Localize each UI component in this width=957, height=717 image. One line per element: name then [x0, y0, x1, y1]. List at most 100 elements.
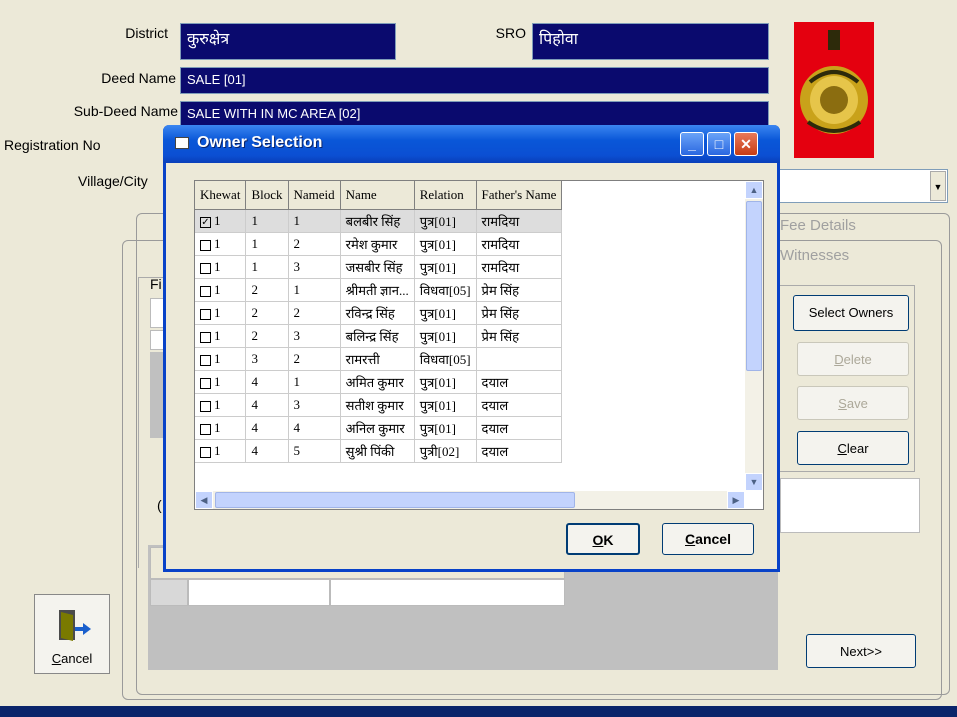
column-header[interactable]: Block: [245, 181, 289, 210]
block-cell: 1: [245, 255, 289, 279]
district-label: District: [125, 25, 168, 41]
maximize-icon[interactable]: □: [707, 132, 731, 156]
sub-deed-field[interactable]: SALE WITH IN MC AREA [02]: [180, 101, 769, 126]
sro-field[interactable]: पिहोवा: [532, 23, 769, 60]
table-row[interactable]: 1 4 1 अमित कुमार पुत्र[01] दयाल: [195, 370, 563, 394]
relation-cell: विधवा[05]: [414, 347, 477, 371]
name-cell: श्रीमती ज्ञान...: [340, 278, 415, 302]
ok-button[interactable]: OK: [566, 523, 640, 555]
cancel-exit-label: Cancel: [51, 651, 93, 666]
table-row[interactable]: ✓ 1 1 1 बलबीर सिंह पुत्र[01] रामदिया: [195, 209, 563, 233]
khewat-value: 1: [214, 282, 221, 297]
table-row[interactable]: 1 3 2 रामरत्ती विधवा[05]: [195, 347, 563, 371]
column-header[interactable]: Khewat: [195, 181, 247, 210]
column-header[interactable]: Relation: [414, 181, 477, 210]
owner-grid[interactable]: Khewat Block Nameid Name Relation Father's Na…: [194, 180, 764, 510]
checkbox[interactable]: [200, 446, 211, 458]
block-cell: 2: [245, 301, 289, 325]
name-cell: जसबीर सिंह: [340, 255, 415, 279]
khewat-cell: 1: [195, 347, 247, 371]
table-row[interactable]: 1 4 4 अनिल कुमार पुत्र[01] दयाल: [195, 416, 563, 440]
scroll-left-icon[interactable]: ◀: [195, 491, 213, 509]
save-button[interactable]: Save: [797, 386, 909, 420]
checkbox-checked[interactable]: ✓: [200, 216, 211, 228]
nameid-cell: 1: [288, 278, 341, 302]
lower-grid-cell[interactable]: [188, 579, 330, 606]
next-button[interactable]: Next>>: [806, 634, 916, 668]
column-header[interactable]: Name: [340, 181, 415, 210]
scroll-up-icon[interactable]: ▲: [745, 181, 763, 199]
scroll-right-icon[interactable]: ▶: [727, 491, 745, 509]
nameid-cell: 1: [288, 370, 341, 394]
chevron-down-icon[interactable]: ▼: [930, 171, 946, 201]
father-cell: [476, 347, 563, 371]
khewat-cell: 1: [195, 324, 247, 348]
father-cell: रामदिया: [476, 209, 563, 233]
select-owners-button[interactable]: Select Owners: [793, 295, 909, 331]
block-cell: 4: [245, 439, 289, 463]
tab-witnesses[interactable]: Witnesses: [780, 247, 849, 264]
minimize-icon[interactable]: _: [680, 132, 704, 156]
column-header[interactable]: Nameid: [288, 181, 341, 210]
father-cell: प्रेम सिंह: [476, 301, 563, 325]
close-icon[interactable]: ✕: [734, 132, 758, 156]
relation-cell: पुत्र[01]: [414, 370, 477, 394]
table-row[interactable]: 1 1 3 जसबीर सिंह पुत्र[01] रामदिया: [195, 255, 563, 279]
name-cell: अमित कुमार: [340, 370, 415, 394]
deed-name-field[interactable]: SALE [01]: [180, 67, 769, 94]
column-header[interactable]: Father's Name: [476, 181, 563, 210]
name-cell: बलिन्द्र सिंह: [340, 324, 415, 348]
scroll-down-icon[interactable]: ▼: [745, 473, 763, 491]
khewat-cell: 1: [195, 439, 247, 463]
tab-fee-details[interactable]: Fee Details: [780, 217, 856, 234]
district-field[interactable]: कुरुक्षेत्र: [180, 23, 396, 60]
table-row[interactable]: 1 2 3 बलिन्द्र सिंह पुत्र[01] प्रेम सिंह: [195, 324, 563, 348]
checkbox[interactable]: [200, 239, 211, 251]
nameid-cell: 2: [288, 347, 341, 371]
checkbox[interactable]: [200, 354, 211, 366]
table-row[interactable]: 1 1 2 रमेश कुमार पुत्र[01] रामदिया: [195, 232, 563, 256]
father-cell: रामदिया: [476, 255, 563, 279]
nameid-cell: 3: [288, 324, 341, 348]
checkbox[interactable]: [200, 423, 211, 435]
vertical-scroll-thumb[interactable]: [746, 201, 762, 371]
relation-cell: पुत्र[01]: [414, 393, 477, 417]
owner-table-header: Khewat Block Nameid Name Relation Father's Na…: [195, 181, 563, 210]
relation-cell: पुत्र[01]: [414, 416, 477, 440]
horizontal-scroll-thumb[interactable]: [215, 492, 575, 508]
checkbox[interactable]: [200, 262, 211, 274]
block-cell: 3: [245, 347, 289, 371]
vertical-scrollbar[interactable]: ▲ ▼: [745, 181, 763, 491]
checkbox[interactable]: [200, 285, 211, 297]
father-cell: दयाल: [476, 370, 563, 394]
table-row[interactable]: 1 4 3 सतीश कुमार पुत्र[01] दयाल: [195, 393, 563, 417]
registration-label: Registration No: [4, 137, 101, 153]
dialog-title: Owner Selection: [197, 134, 323, 151]
checkbox[interactable]: [200, 400, 211, 412]
khewat-value: 1: [214, 374, 221, 389]
table-row[interactable]: 1 2 2 रविन्द्र सिंह पुत्र[01] प्रेम सिंह: [195, 301, 563, 325]
dialog-cancel-button[interactable]: Cancel: [662, 523, 754, 555]
village-combo[interactable]: ▼: [770, 169, 948, 203]
relation-cell: पुत्र[01]: [414, 232, 477, 256]
checkbox[interactable]: [200, 308, 211, 320]
lower-grid-cell[interactable]: [330, 579, 565, 606]
name-cell: सतीश कुमार: [340, 393, 415, 417]
clear-button[interactable]: Clear: [797, 431, 909, 465]
khewat-value: 1: [214, 351, 221, 366]
khewat-cell: 1: [195, 393, 247, 417]
horizontal-scrollbar[interactable]: ◀ ▶: [195, 491, 745, 509]
cancel-exit-button[interactable]: Cancel: [34, 594, 110, 674]
table-row[interactable]: 1 4 5 सुश्री पिंकी पुत्री[02] दयाल: [195, 439, 563, 463]
delete-button[interactable]: Delete: [797, 342, 909, 376]
remarks-box[interactable]: [780, 478, 920, 533]
checkbox[interactable]: [200, 331, 211, 343]
relation-cell: पुत्र[01]: [414, 324, 477, 348]
sub-deed-label: Sub-Deed Name: [73, 103, 178, 119]
dialog-title-bar[interactable]: Owner Selection _ □ ✕: [163, 125, 780, 163]
khewat-cell: 1: [195, 232, 247, 256]
checkbox[interactable]: [200, 377, 211, 389]
frame-label: Fi: [150, 276, 162, 292]
table-row[interactable]: 1 2 1 श्रीमती ज्ञान... विधवा[05] प्रेम सिंह: [195, 278, 563, 302]
block-cell: 4: [245, 416, 289, 440]
